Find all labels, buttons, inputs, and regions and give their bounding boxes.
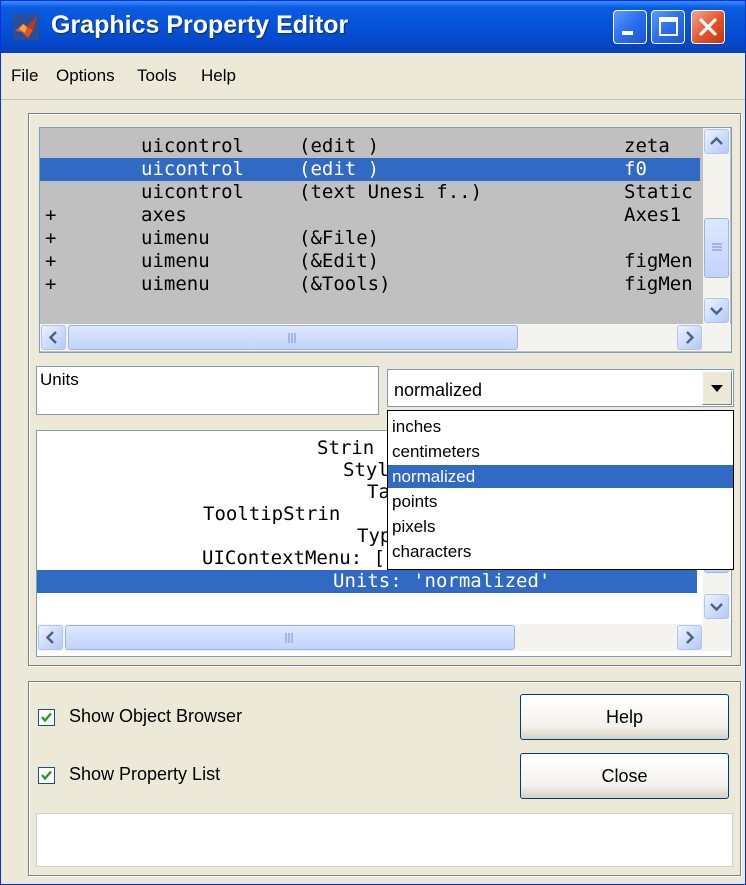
dropdown-option-inches[interactable]: inches <box>388 415 733 438</box>
maximize-button[interactable] <box>651 10 685 44</box>
scroll-down-button[interactable] <box>704 298 729 323</box>
object-browser[interactable]: uicontrol (edit ) zeta uicontrol (edit )… <box>39 127 732 353</box>
check-icon <box>41 712 52 723</box>
close-icon <box>699 18 717 36</box>
scroll-left-button[interactable] <box>38 625 63 650</box>
scroll-left-icon <box>48 331 57 344</box>
window-title: Graphics Property Editor <box>51 11 349 39</box>
property-row-partial <box>37 593 697 599</box>
menu-help[interactable]: Help <box>201 66 236 86</box>
object-browser-row[interactable]: + axes Axes1 <box>40 204 700 227</box>
dropdown-option-pixels[interactable]: pixels <box>388 515 733 538</box>
scroll-right-icon <box>686 631 695 644</box>
grip-icon <box>288 332 296 343</box>
scroll-down-icon <box>710 307 723 316</box>
scroll-left-icon <box>45 631 54 644</box>
graphics-property-editor-window: Graphics Property Editor File Options To… <box>0 0 746 885</box>
minimize-icon <box>622 31 633 35</box>
maximize-icon <box>659 17 678 36</box>
dropdown-option-characters[interactable]: characters <box>388 540 733 563</box>
chevron-down-icon <box>711 385 723 392</box>
scroll-left-button[interactable] <box>41 325 66 350</box>
close-button[interactable]: Close <box>520 753 729 799</box>
vscroll-thumb[interactable] <box>704 218 729 278</box>
scroll-right-icon <box>686 331 695 344</box>
menu-options[interactable]: Options <box>56 66 115 86</box>
scroll-right-button[interactable] <box>677 625 702 650</box>
scroll-down-icon <box>710 603 723 612</box>
scroll-up-icon <box>710 136 723 145</box>
dropdown-option-points[interactable]: points <box>388 490 733 513</box>
scroll-right-button[interactable] <box>677 325 702 350</box>
property-value-text: normalized <box>394 380 483 400</box>
show-property-list-checkbox[interactable] <box>38 767 55 784</box>
dropdown-option-normalized[interactable]: normalized <box>388 465 733 488</box>
grip-icon <box>711 243 722 251</box>
help-button[interactable]: Help <box>520 694 729 740</box>
property-value-combo[interactable]: normalized <box>387 369 734 407</box>
show-object-browser-checkbox[interactable] <box>38 709 55 726</box>
minimize-button[interactable] <box>613 10 647 44</box>
object-browser-vscroll[interactable] <box>703 128 730 324</box>
matlab-logo-icon <box>13 14 39 40</box>
menu-bar: File Options Tools Help <box>1 53 745 100</box>
object-browser-row-selected[interactable]: uicontrol (edit ) f0 <box>40 158 700 181</box>
hscroll-thumb[interactable] <box>68 325 518 350</box>
dropdown-option-centimeters[interactable]: centimeters <box>388 440 733 463</box>
dropdown-button[interactable] <box>702 371 732 405</box>
property-row-selected[interactable]: Units: 'normalized' <box>37 570 697 593</box>
scroll-down-button[interactable] <box>704 594 729 619</box>
show-object-browser-label[interactable]: Show Object Browser <box>69 706 242 727</box>
object-browser-hscroll[interactable] <box>40 324 731 351</box>
close-window-button[interactable] <box>691 10 725 44</box>
object-browser-row[interactable]: uicontrol (text Unesi f..) Static <box>40 181 700 204</box>
hscroll-thumb[interactable] <box>65 625 515 650</box>
object-browser-row[interactable]: + uimenu (&Tools) figMen <box>40 273 700 296</box>
units-dropdown-list[interactable]: inches centimeters normalized points pix… <box>387 410 734 570</box>
object-browser-row[interactable]: uicontrol (edit ) zeta <box>40 135 700 158</box>
menu-file[interactable]: File <box>11 66 38 86</box>
grip-icon <box>285 632 293 643</box>
property-list-hscroll[interactable] <box>37 624 731 651</box>
scroll-up-button[interactable] <box>704 129 729 154</box>
title-bar[interactable]: Graphics Property Editor <box>1 1 745 53</box>
check-icon <box>41 770 52 781</box>
object-browser-row[interactable]: + uimenu (&File) <box>40 227 700 250</box>
property-name-field[interactable]: Units <box>36 366 379 415</box>
show-property-list-label[interactable]: Show Property List <box>69 764 220 785</box>
status-area <box>36 813 733 867</box>
menu-tools[interactable]: Tools <box>137 66 177 86</box>
object-browser-row[interactable]: + uimenu (&Edit) figMen <box>40 250 700 273</box>
